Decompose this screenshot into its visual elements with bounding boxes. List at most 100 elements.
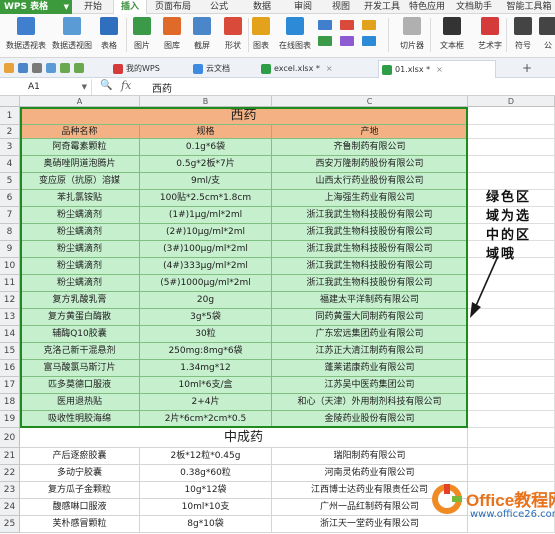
row-header-24[interactable]: 24 bbox=[0, 499, 20, 516]
cell-d[interactable] bbox=[468, 156, 555, 173]
table-cell[interactable]: 吸收性明胶海绵 bbox=[20, 411, 140, 428]
row-header-5[interactable]: 5 bbox=[0, 173, 20, 190]
table-cell[interactable]: 30粒 bbox=[140, 326, 272, 343]
cell-d[interactable] bbox=[468, 125, 555, 139]
table-cell[interactable]: 8g*10袋 bbox=[140, 516, 272, 533]
cell-d[interactable] bbox=[468, 107, 555, 125]
redo-icon[interactable] bbox=[74, 63, 84, 73]
table-cell[interactable]: 10ml*6支/盒 bbox=[140, 377, 272, 394]
table-cell[interactable]: (4#)333μg/ml*2ml bbox=[140, 258, 272, 275]
column-header-d[interactable]: D bbox=[468, 96, 555, 107]
row-header-21[interactable]: 21 bbox=[0, 448, 20, 465]
textbox-button[interactable]: 文本框 bbox=[434, 16, 470, 56]
zoom-icon[interactable]: 🔍 bbox=[100, 80, 112, 91]
row-header-8[interactable]: 8 bbox=[0, 224, 20, 241]
menu-tab-5[interactable]: 数据 bbox=[243, 0, 281, 14]
row-header-17[interactable]: 17 bbox=[0, 377, 20, 394]
row-header-13[interactable]: 13 bbox=[0, 309, 20, 326]
table-cell[interactable]: 复方黄蛋白酶散 bbox=[20, 309, 140, 326]
column-title-cell[interactable]: 品种名称 bbox=[20, 125, 140, 139]
scatter-chart-icon[interactable] bbox=[340, 36, 354, 46]
table-cell[interactable]: 浙江我武生物科技股份有限公司 bbox=[272, 224, 468, 241]
table-cell[interactable]: 同药黄蛋大同制药有限公司 bbox=[272, 309, 468, 326]
cell-d[interactable] bbox=[468, 360, 555, 377]
column-header-a[interactable]: A bbox=[20, 96, 140, 107]
menu-tab-1[interactable]: 开始 bbox=[76, 0, 110, 14]
row-header-12[interactable]: 12 bbox=[0, 292, 20, 309]
print-icon[interactable] bbox=[32, 63, 42, 73]
row-header-15[interactable]: 15 bbox=[0, 343, 20, 360]
table-cell[interactable]: 0.38g*60粒 bbox=[140, 465, 272, 482]
table-cell[interactable]: (2#)10μg/ml*2ml bbox=[140, 224, 272, 241]
menu-tab-2[interactable]: 插入 bbox=[113, 0, 147, 15]
menu-tab-8[interactable]: 开发工具 bbox=[361, 0, 403, 14]
table-cell[interactable]: 金陵药业股份有限公司 bbox=[272, 411, 468, 428]
screenshot-button[interactable]: 截屏 bbox=[188, 16, 216, 56]
row-header-20[interactable]: 20 bbox=[0, 428, 20, 448]
table-cell[interactable]: 粉尘螨滴剂 bbox=[20, 241, 140, 258]
row-header-10[interactable]: 10 bbox=[0, 258, 20, 275]
save-icon[interactable] bbox=[18, 63, 28, 73]
table-cell[interactable]: 0.5g*2板*7片 bbox=[140, 156, 272, 173]
table-cell[interactable]: 西安万隆制药股份有限公司 bbox=[272, 156, 468, 173]
table-cell[interactable]: 2板*12粒*0.45g bbox=[140, 448, 272, 465]
table-cell[interactable]: 广东宏远集团药业有限公司 bbox=[272, 326, 468, 343]
table-cell[interactable]: 江苏吴中医药集团公司 bbox=[272, 377, 468, 394]
formula-button[interactable]: 公 bbox=[538, 16, 555, 56]
table-cell[interactable]: 变应原（抗原）溶媒 bbox=[20, 173, 140, 190]
row-header-22[interactable]: 22 bbox=[0, 465, 20, 482]
table-cell[interactable]: 瑞阳制药有限公司 bbox=[272, 448, 468, 465]
table-cell[interactable]: 富马酸氯马斯汀片 bbox=[20, 360, 140, 377]
cell-d[interactable] bbox=[468, 377, 555, 394]
row-header-6[interactable]: 6 bbox=[0, 190, 20, 207]
pivot-table-button[interactable]: 数据透视表 bbox=[2, 16, 50, 56]
wordart-button[interactable]: 艺术字 bbox=[472, 16, 508, 56]
cell-d[interactable] bbox=[468, 139, 555, 156]
gallery-button[interactable]: 图库 bbox=[158, 16, 186, 56]
table-cell[interactable]: 浙江我武生物科技股份有限公司 bbox=[272, 241, 468, 258]
shape-button[interactable]: 形状 bbox=[218, 16, 248, 56]
cell-d[interactable] bbox=[468, 343, 555, 360]
cell-d[interactable] bbox=[468, 394, 555, 411]
table-cell[interactable]: 粉尘螨滴剂 bbox=[20, 258, 140, 275]
table-cell[interactable]: (3#)100μg/ml*2ml bbox=[140, 241, 272, 258]
row-header-1[interactable]: 1 bbox=[0, 107, 20, 125]
table-cell[interactable]: 多动宁胶囊 bbox=[20, 465, 140, 482]
slicer-button[interactable]: 切片器 bbox=[392, 16, 432, 56]
table-cell[interactable]: 浙江我武生物科技股份有限公司 bbox=[272, 207, 468, 224]
row-header-11[interactable]: 11 bbox=[0, 275, 20, 292]
menu-tab-4[interactable]: 公式 bbox=[200, 0, 238, 14]
table-cell[interactable]: 上海强生药业有限公司 bbox=[272, 190, 468, 207]
menu-tab-11[interactable]: 智能工具箱 bbox=[500, 0, 555, 14]
table-cell[interactable]: 浙江我武生物科技股份有限公司 bbox=[272, 258, 468, 275]
table-cell[interactable]: 馥感啉口服液 bbox=[20, 499, 140, 516]
table-cell[interactable]: 医用退热贴 bbox=[20, 394, 140, 411]
table-cell[interactable]: (5#)1000μg/ml*2ml bbox=[140, 275, 272, 292]
row-header-3[interactable]: 3 bbox=[0, 139, 20, 156]
table-cell[interactable]: 芙朴感冒颗粒 bbox=[20, 516, 140, 533]
chevron-down-icon[interactable]: ▼ bbox=[82, 79, 87, 95]
row-header-2[interactable]: 2 bbox=[0, 125, 20, 139]
menu-tab-7[interactable]: 视图 bbox=[325, 0, 357, 14]
table-cell[interactable]: 和心（天津）外用制剂科技有限公司 bbox=[272, 394, 468, 411]
formula-input[interactable]: 西药 bbox=[152, 80, 172, 95]
menu-tab-9[interactable]: 特色应用 bbox=[406, 0, 448, 14]
name-box[interactable]: A1 ▼ bbox=[0, 79, 92, 95]
column-title-cell[interactable]: 产地 bbox=[272, 125, 468, 139]
table-cell[interactable]: 苯扎氯铵贴 bbox=[20, 190, 140, 207]
table-cell[interactable]: 粉尘螨滴剂 bbox=[20, 207, 140, 224]
column-header-b[interactable]: B bbox=[140, 96, 272, 107]
table-cell[interactable]: 产后逐瘀胶囊 bbox=[20, 448, 140, 465]
menu-tab-3[interactable]: 页面布局 bbox=[150, 0, 196, 14]
table-cell[interactable]: 克洛己新干混悬剂 bbox=[20, 343, 140, 360]
open-folder-icon[interactable] bbox=[4, 63, 14, 73]
column-header-c[interactable]: C bbox=[272, 96, 468, 107]
undo-icon[interactable] bbox=[60, 63, 70, 73]
pivot-chart-button[interactable]: 数据透视图 bbox=[52, 16, 92, 56]
section-title-cell[interactable]: 中成药 bbox=[20, 428, 468, 448]
table-button[interactable]: 表格 bbox=[94, 16, 124, 56]
table-cell[interactable]: 蓬莱诺康药业有限公司 bbox=[272, 360, 468, 377]
document-tab[interactable]: 01.xlsx * × bbox=[378, 60, 496, 78]
table-cell[interactable]: 江苏正大清江制药有限公司 bbox=[272, 343, 468, 360]
row-header-16[interactable]: 16 bbox=[0, 360, 20, 377]
